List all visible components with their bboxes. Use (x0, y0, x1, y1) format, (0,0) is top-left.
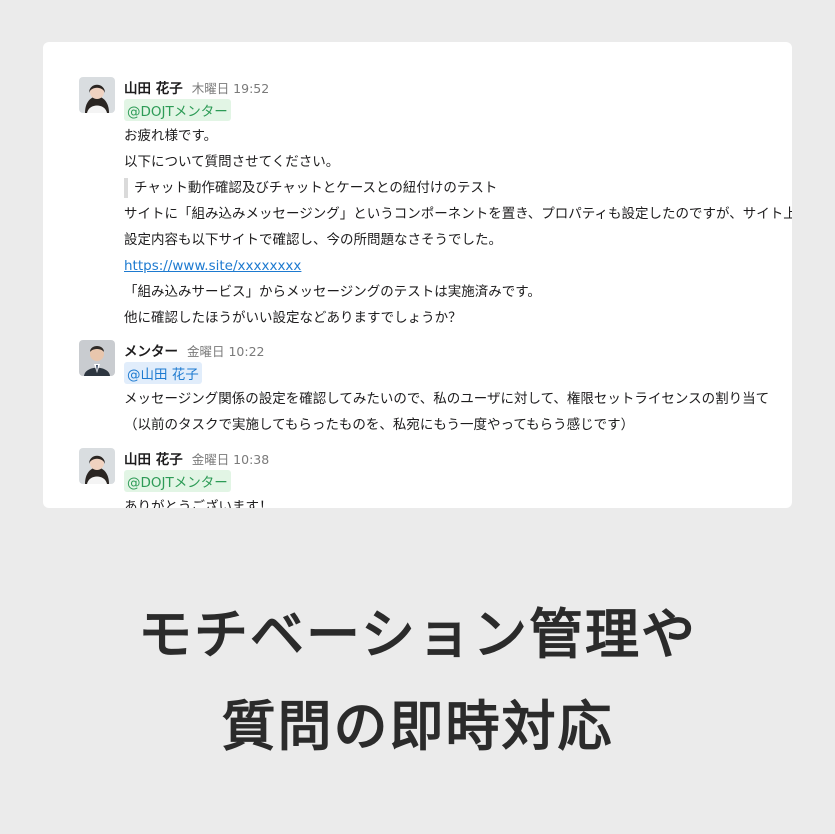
message-text: 「組み込みサービス」からメッセージングのテストは実施済みです。 (124, 284, 541, 300)
mention-tag[interactable]: @DOJTメンター (124, 99, 231, 121)
quote-block: チャット動作確認及びチャットとケースとの紐付けのテスト (124, 178, 792, 198)
caption-line-2: 質問の即時対応 (221, 695, 614, 758)
timestamp[interactable]: 金曜日 10:22 (187, 341, 265, 360)
user-avatar[interactable] (79, 340, 115, 376)
message-text: お疲れ様です。 (124, 128, 218, 144)
timestamp[interactable]: 金曜日 10:38 (192, 449, 270, 468)
message-text: サイトに「組み込みメッセージング」というコンポーネントを置き、プロパティも設定し… (124, 206, 792, 222)
message-text: ありがとうございます！ (124, 499, 273, 508)
sender-name[interactable]: 山田 花子 (124, 77, 183, 97)
message-text: 設定内容も以下サイトで確認し、今の所問題なさそうでした。 (124, 232, 502, 248)
mention-tag[interactable]: @DOJTメンター (124, 470, 231, 492)
sender-name[interactable]: 山田 花子 (124, 448, 183, 468)
user-avatar[interactable] (79, 448, 115, 484)
message-text: メッセージング関係の設定を確認してみたいので、私のユーザに対して、権限セットライ… (124, 391, 770, 407)
message-link[interactable]: https://www.site/xxxxxxxx (124, 258, 301, 274)
chat-panel: 山田 花子 木曜日 19:52 @DOJTメンター お疲れ様です。 以下について… (43, 42, 792, 508)
user-avatar[interactable] (79, 77, 115, 113)
message-text: （以前のタスクで実施してもらったものを、私宛にもう一度やってもらう感じです） (124, 417, 635, 433)
mention-tag[interactable]: @山田 花子 (124, 362, 202, 384)
message-text: 以下について質問させてください。 (124, 154, 340, 170)
message-text: 他に確認したほうがいい設定などありますでしょうか？ (124, 310, 462, 326)
caption-line-1: モチベーション管理や (138, 603, 697, 666)
sender-name[interactable]: メンター (124, 340, 178, 360)
timestamp[interactable]: 木曜日 19:52 (192, 78, 270, 97)
